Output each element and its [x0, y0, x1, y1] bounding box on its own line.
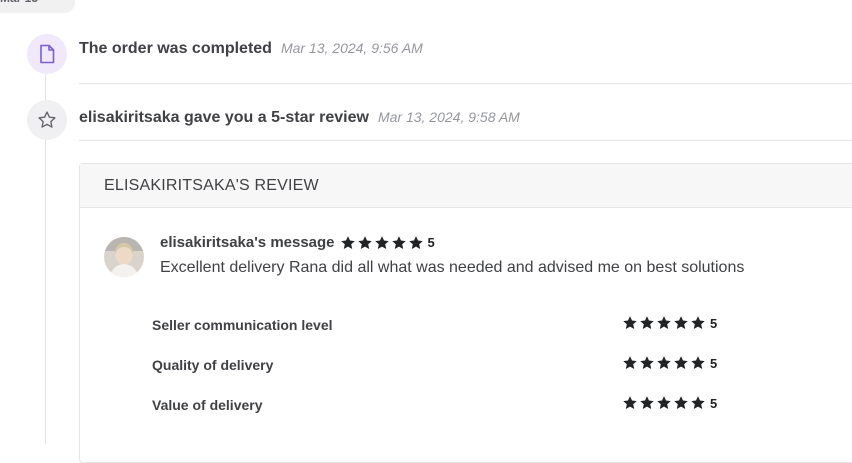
star-icon: [340, 235, 356, 251]
event-order-completed: The order was completed Mar 13, 2024, 9:…: [79, 40, 423, 58]
divider: [79, 140, 852, 141]
star-rating: 5: [622, 355, 717, 371]
star-icon: [622, 355, 638, 371]
event-review-received: elisakiritsaka gave you a 5-star review …: [79, 109, 520, 127]
review-message-title: elisakiritsaka's message: [160, 234, 335, 251]
star-icon: [690, 315, 706, 331]
rating-row-quality: Quality of delivery 5: [152, 355, 752, 375]
star-rating: 5: [340, 235, 435, 251]
star-icon: [639, 395, 655, 411]
review-message-heading: elisakiritsaka's message 5: [160, 234, 435, 251]
event-timestamp: Mar 13, 2024, 9:56 AM: [280, 40, 423, 56]
star-rating: 5: [622, 395, 717, 411]
date-marker: Mar 13: [0, 0, 75, 13]
rating-value: 5: [710, 395, 718, 411]
rating-label: Value of delivery: [152, 397, 263, 413]
star-icon: [690, 355, 706, 371]
divider: [79, 83, 852, 84]
star-icon: [673, 315, 689, 331]
review-header: ELISAKIRITSAKA'S REVIEW: [80, 164, 852, 208]
star-icon: [639, 355, 655, 371]
rating-label: Quality of delivery: [152, 357, 274, 373]
rating-label: Seller communication level: [152, 317, 333, 333]
star-icon: [656, 355, 672, 371]
rating-row-communication: Seller communication level 5: [152, 315, 752, 335]
star-icon: [374, 235, 390, 251]
document-icon: [27, 34, 67, 74]
review-message-text: Excellent delivery Rana did all what was…: [160, 259, 745, 276]
star-outline-icon: [27, 100, 67, 140]
star-icon: [673, 355, 689, 371]
rating-row-value: Value of delivery 5: [152, 395, 752, 415]
rating-value: 5: [710, 315, 718, 331]
star-icon: [690, 395, 706, 411]
rating-value: 5: [710, 355, 718, 371]
avatar[interactable]: [104, 237, 144, 277]
star-icon: [357, 235, 373, 251]
star-rating: 5: [622, 315, 717, 331]
star-icon: [656, 315, 672, 331]
star-icon: [673, 395, 689, 411]
rating-value: 5: [427, 235, 435, 250]
star-icon: [639, 315, 655, 331]
event-title: The order was completed: [79, 40, 272, 57]
star-icon: [391, 235, 407, 251]
event-title: elisakiritsaka gave you a 5-star review: [79, 109, 369, 126]
event-timestamp: Mar 13, 2024, 9:58 AM: [377, 109, 520, 125]
star-icon: [408, 235, 424, 251]
star-icon: [622, 395, 638, 411]
star-icon: [622, 315, 638, 331]
star-icon: [656, 395, 672, 411]
review-card: ELISAKIRITSAKA'S REVIEW elisakiritsaka's…: [79, 163, 852, 463]
